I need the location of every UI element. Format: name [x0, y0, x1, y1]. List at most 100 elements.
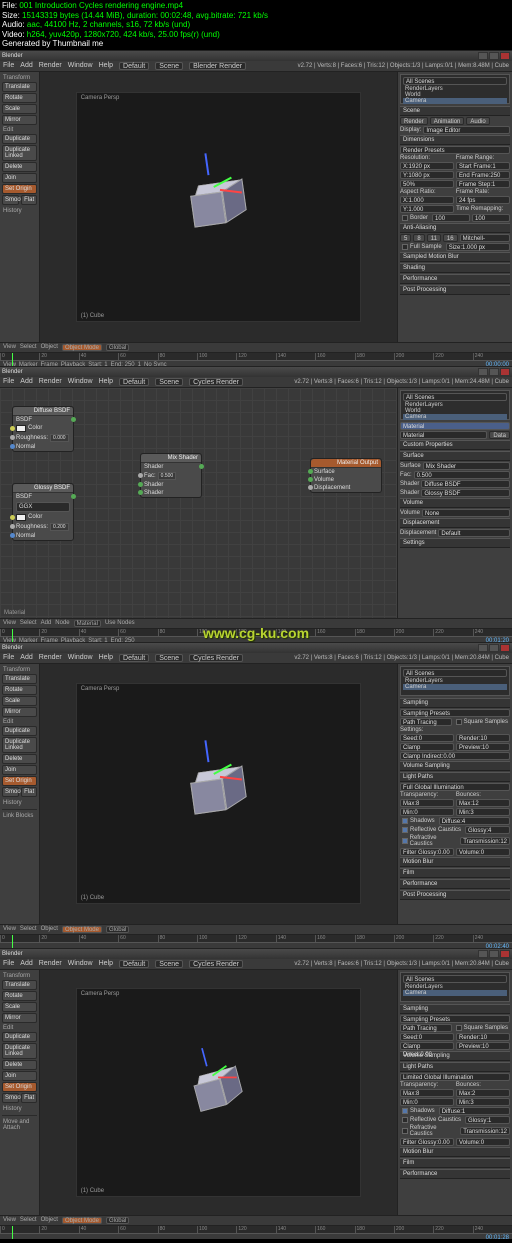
menu-window[interactable]: Window: [68, 654, 93, 661]
diffuse-bsdf-node[interactable]: Diffuse BSDF BSDF Color Roughness:0.000 …: [12, 406, 74, 452]
trans-min-field[interactable]: Min:0: [400, 1098, 454, 1106]
fps-dropdown[interactable]: 24 fps: [456, 196, 510, 204]
flat-button[interactable]: Flat: [21, 787, 37, 797]
object-menu[interactable]: Object: [41, 344, 58, 350]
window-titlebar[interactable]: Blender: [0, 643, 512, 653]
view-menu[interactable]: View: [3, 344, 16, 350]
layout-dropdown[interactable]: Default: [119, 62, 149, 70]
shader1-dropdown[interactable]: Diffuse BSDF: [421, 480, 510, 488]
delete-button[interactable]: Delete: [2, 1060, 37, 1070]
reflective-caustics-checkbox[interactable]: [402, 1117, 408, 1123]
trans-max-field[interactable]: Max:8: [400, 799, 454, 807]
timeline[interactable]: 020406080100120140160180200220240 00:02:…: [0, 934, 512, 948]
outliner-search[interactable]: All Scenes: [403, 669, 507, 677]
scale-button[interactable]: Scale: [2, 1002, 37, 1012]
window-titlebar[interactable]: Blender: [0, 949, 512, 959]
delete-button[interactable]: Delete: [2, 162, 37, 172]
mirror-button[interactable]: Mirror: [2, 1013, 37, 1023]
outliner[interactable]: All Scenes RenderLayers Camera: [400, 972, 510, 1002]
outliner-item[interactable]: Camera: [403, 684, 507, 690]
aa-11[interactable]: 11: [427, 234, 441, 242]
volume-header[interactable]: Volume: [400, 498, 510, 508]
surface-input-socket[interactable]: [308, 469, 313, 474]
diffuse-bounces-field[interactable]: Diffuse:4: [439, 817, 510, 825]
set-origin-button[interactable]: Set Origin: [2, 776, 37, 786]
glossy-bsdf-node[interactable]: Glossy BSDF BSDF GGX Color Roughness:0.2…: [12, 483, 74, 541]
mode-dropdown[interactable]: Object Mode: [62, 344, 102, 351]
cube-object[interactable]: [190, 179, 246, 235]
displacement-input-socket[interactable]: [308, 485, 313, 490]
bounce-max-field[interactable]: Max:2: [456, 1089, 510, 1097]
clamp-direct-field[interactable]: Clamp Direct:0.00: [400, 1042, 454, 1050]
window-titlebar[interactable]: Blender: [0, 51, 512, 61]
seed-field[interactable]: Seed:0: [400, 734, 454, 742]
bounce-min-field[interactable]: Min:3: [456, 808, 510, 816]
select-menu[interactable]: Select: [20, 1217, 37, 1223]
scale-button[interactable]: Scale: [2, 696, 37, 706]
menu-render[interactable]: Render: [39, 960, 62, 967]
color-input-socket[interactable]: [10, 426, 15, 431]
shader-input-socket[interactable]: [138, 482, 143, 487]
smooth-button[interactable]: Smooth: [2, 195, 19, 205]
color-swatch[interactable]: [16, 425, 26, 432]
shadows-checkbox[interactable]: [402, 1108, 408, 1114]
material-slot[interactable]: Material: [400, 422, 510, 430]
menu-render[interactable]: Render: [39, 378, 62, 385]
light-paths-header[interactable]: Light Paths: [400, 772, 510, 782]
render-presets-dropdown[interactable]: Render Presets: [400, 146, 510, 154]
square-samples-checkbox[interactable]: [456, 1025, 462, 1031]
render-samples-field[interactable]: Render:10: [456, 1033, 510, 1041]
color-input-socket[interactable]: [10, 515, 15, 520]
object-menu[interactable]: Object: [41, 1217, 58, 1223]
window-titlebar[interactable]: Blender: [0, 367, 512, 377]
shader-input-socket[interactable]: [138, 490, 143, 495]
full-sample-checkbox[interactable]: [402, 244, 408, 250]
data-button[interactable]: Data: [489, 431, 510, 439]
anti-aliasing-header[interactable]: Anti-Aliasing: [400, 223, 510, 233]
reflective-caustics-checkbox[interactable]: [402, 827, 408, 833]
normal-input-socket[interactable]: [10, 533, 15, 538]
diffuse-bounces-field[interactable]: Diffuse:1: [439, 1107, 510, 1115]
menu-render[interactable]: Render: [39, 654, 62, 661]
integrator-dropdown[interactable]: Path Tracing: [400, 718, 452, 726]
shading-header[interactable]: Shading: [400, 263, 510, 273]
trans-max-field[interactable]: Max:8: [400, 1089, 454, 1097]
scene-dropdown[interactable]: Scene: [155, 378, 183, 386]
viewport-3d[interactable]: Camera Persp (1) Cube: [40, 970, 397, 1215]
duplicate-linked-button[interactable]: Duplicate Linked: [2, 1043, 37, 1059]
orientation-dropdown[interactable]: Global: [106, 344, 129, 351]
res-y-field[interactable]: Y:1080 px: [400, 171, 454, 179]
timeline-cursor[interactable]: [12, 629, 13, 642]
remap-old-field[interactable]: 100: [432, 214, 470, 222]
aa-5[interactable]: 5: [400, 234, 411, 242]
volume-bounces-field[interactable]: Volume:0: [456, 1138, 510, 1146]
maximize-button[interactable]: [489, 950, 499, 958]
material-name-field[interactable]: Material: [400, 431, 487, 439]
rotate-button[interactable]: Rotate: [2, 991, 37, 1001]
post-processing-header[interactable]: Post Processing: [400, 285, 510, 295]
volume-sampling-header[interactable]: Volume Sampling: [400, 1051, 510, 1061]
performance-header[interactable]: Performance: [400, 879, 510, 889]
roughness-input-socket[interactable]: [10, 435, 15, 440]
menu-file[interactable]: File: [3, 960, 14, 967]
cube-object[interactable]: [190, 766, 246, 822]
menu-help[interactable]: Help: [99, 62, 113, 69]
close-button[interactable]: [500, 368, 510, 376]
mirror-button[interactable]: Mirror: [2, 115, 37, 125]
mirror-button[interactable]: Mirror: [2, 707, 37, 717]
delete-button[interactable]: Delete: [2, 754, 37, 764]
fac-field[interactable]: 0.500: [414, 471, 510, 479]
render-engine-dropdown[interactable]: Cycles Render: [189, 960, 243, 968]
menu-file[interactable]: File: [3, 62, 14, 69]
color-swatch[interactable]: [16, 514, 26, 521]
mode-dropdown[interactable]: Object Mode: [62, 926, 102, 933]
timeline-cursor[interactable]: [12, 935, 13, 948]
view-menu[interactable]: View: [3, 1217, 16, 1223]
post-processing-header[interactable]: Post Processing: [400, 890, 510, 900]
node-menu[interactable]: Node: [55, 620, 69, 626]
menu-add[interactable]: Add: [20, 654, 32, 661]
outliner-item[interactable]: Camera: [403, 990, 507, 996]
use-nodes-toggle[interactable]: Use Nodes: [105, 620, 135, 626]
outliner-item[interactable]: Camera: [403, 98, 507, 104]
rotate-button[interactable]: Rotate: [2, 93, 37, 103]
